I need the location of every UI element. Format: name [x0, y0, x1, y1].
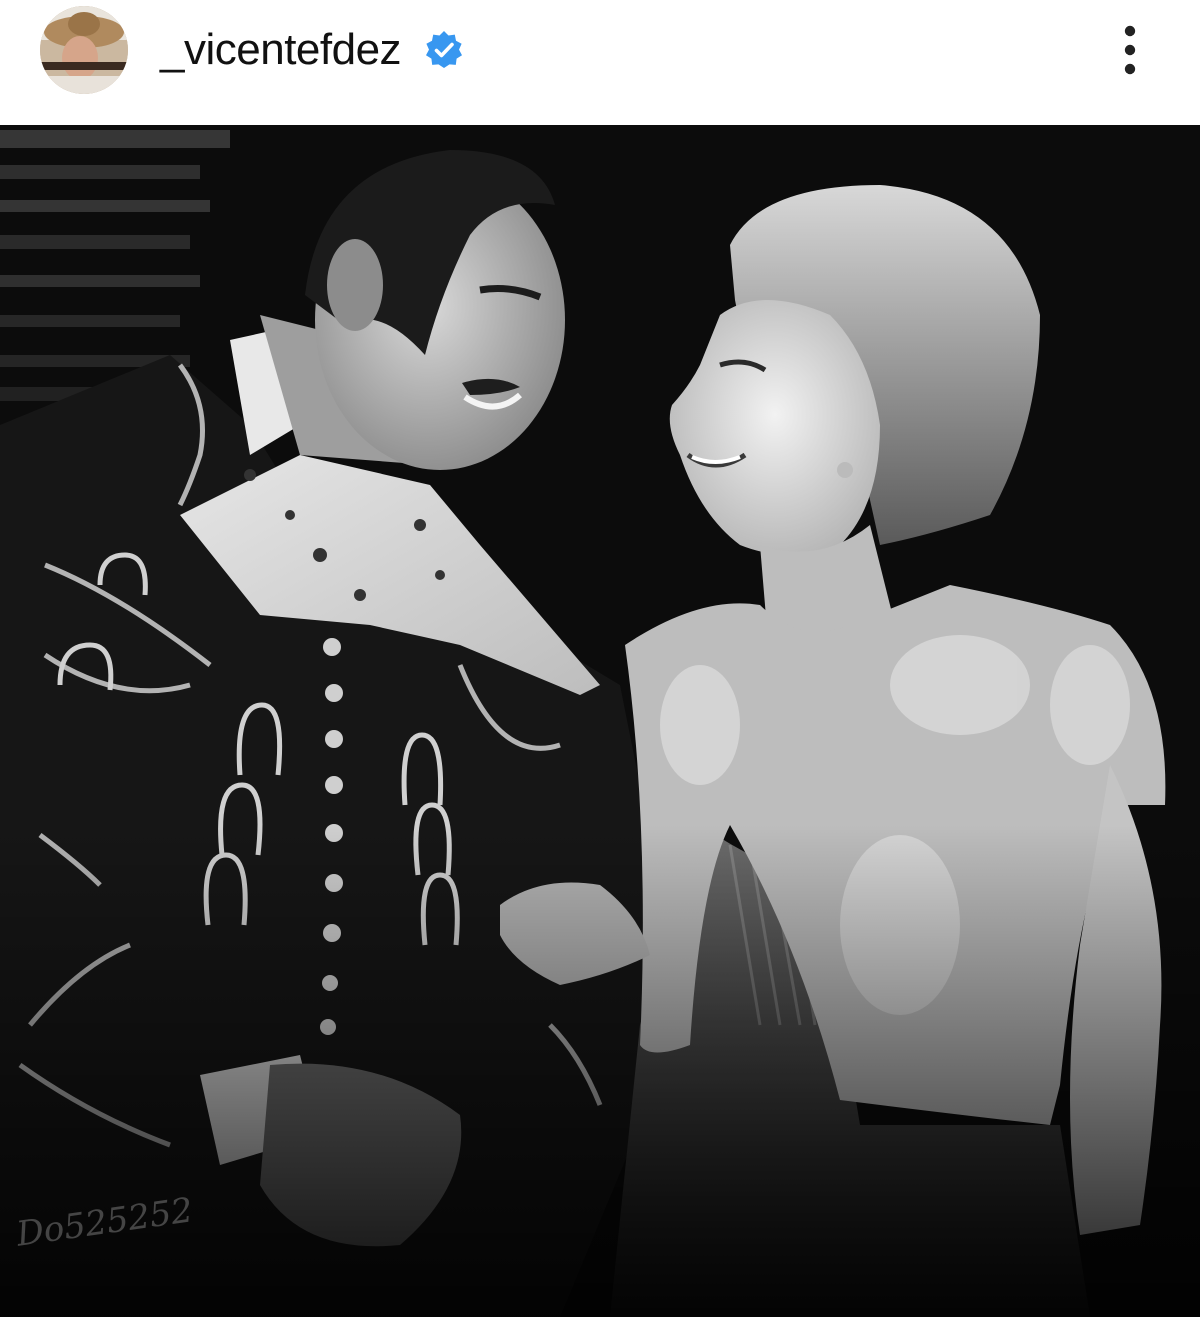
verified-badge-icon [426, 31, 462, 68]
more-options-icon[interactable] [1108, 22, 1152, 78]
avatar-image [40, 6, 128, 94]
post-header: _vicentefdez [0, 0, 1200, 125]
post-photo[interactable]: Do525252 [0, 125, 1200, 1317]
username[interactable]: _vicentefdez [160, 25, 402, 75]
profile-avatar[interactable] [40, 6, 128, 94]
photo-image [0, 125, 1200, 1317]
